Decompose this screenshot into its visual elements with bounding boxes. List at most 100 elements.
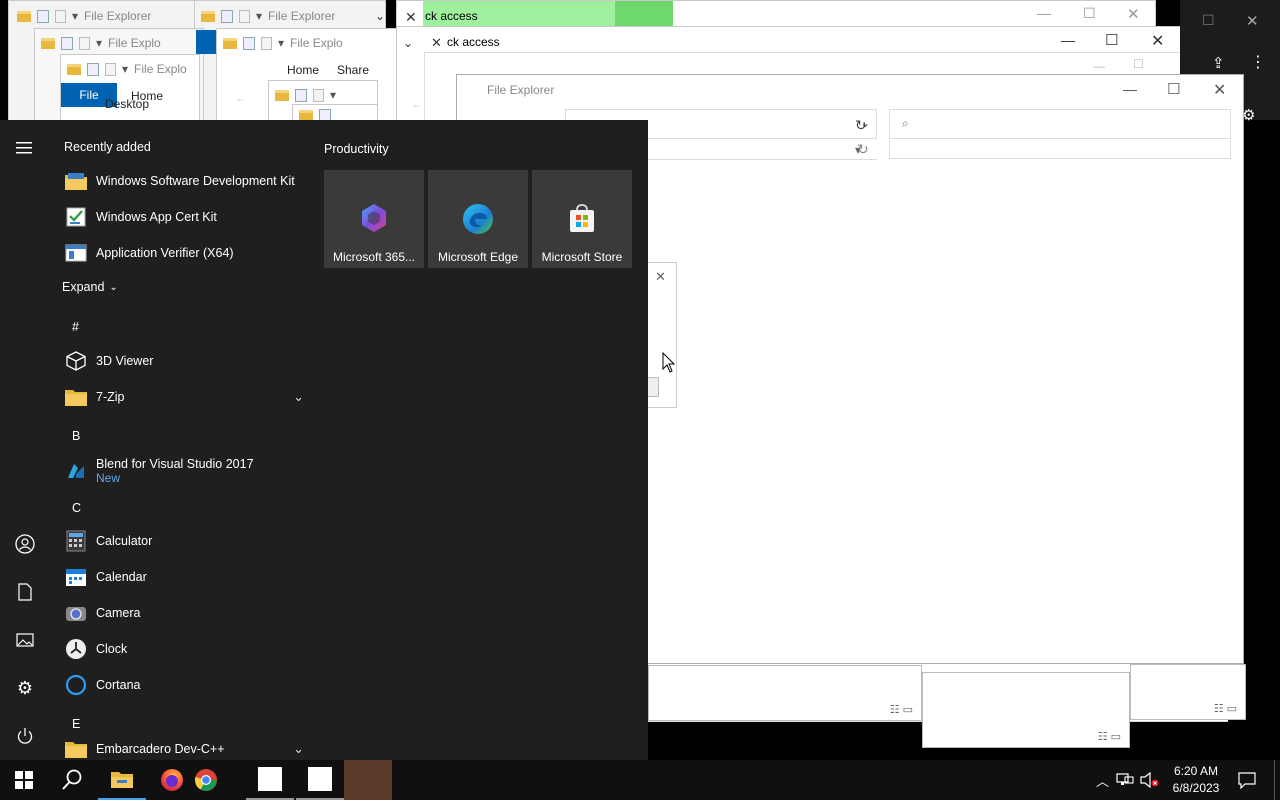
more-options-icon[interactable]: ⋮ <box>1250 52 1266 72</box>
store-icon <box>570 204 594 232</box>
taskbar-file-explorer[interactable] <box>98 760 146 800</box>
app-7zip-folder[interactable]: 7-Zip ⌄ <box>50 379 304 415</box>
new-folder-icon[interactable] <box>313 88 324 102</box>
app-windows-app-cert-kit[interactable]: Windows App Cert Kit <box>50 199 310 235</box>
maximize-icon[interactable]: ☐ <box>1083 5 1096 22</box>
app-calculator[interactable]: Calculator <box>50 523 310 559</box>
settings-icon[interactable]: ⚙ <box>13 676 37 700</box>
new-folder-icon[interactable] <box>239 9 250 23</box>
maximize-icon[interactable]: ☐ <box>1105 31 1118 49</box>
minimize-icon[interactable]: — <box>1061 32 1075 48</box>
view-toggle-icon[interactable]: ☷ ▭ <box>1098 730 1121 743</box>
window-title: ck access <box>425 9 478 23</box>
maximize-icon[interactable]: ☐ <box>1133 57 1144 71</box>
dropdown-icon[interactable]: ▾ <box>96 36 102 50</box>
start-button[interactable] <box>0 760 48 800</box>
system-clock[interactable]: 6:20 AM 6/8/2023 <box>1166 763 1226 797</box>
app-windows-sdk[interactable]: Windows Software Development Kit <box>50 163 310 199</box>
search-box[interactable]: ⌕ <box>889 109 1231 139</box>
close-icon[interactable]: ✕ <box>1151 31 1164 51</box>
app-label: Calendar <box>96 570 147 584</box>
explorer-window-back-5[interactable]: ▾ File Explo File Home Desktop <box>60 54 200 122</box>
new-folder-icon[interactable] <box>261 36 272 50</box>
close-tab-icon[interactable]: ✕ <box>405 9 417 26</box>
app-camera[interactable]: Camera <box>50 595 310 631</box>
chevron-down-icon[interactable]: ⌄ <box>375 9 385 23</box>
search-button[interactable] <box>48 760 96 800</box>
volume-muted-icon[interactable] <box>1140 771 1160 789</box>
chevron-down-icon[interactable]: ⌄ <box>293 389 304 405</box>
chevron-down-icon[interactable]: ⌄ <box>293 741 304 757</box>
properties-icon[interactable] <box>87 62 99 76</box>
new-folder-icon[interactable] <box>79 36 90 50</box>
cortana-icon <box>64 673 88 697</box>
dropdown-icon[interactable]: ▾ <box>122 62 128 76</box>
app-label: Camera <box>96 606 141 620</box>
letter-header-e[interactable]: E <box>72 717 80 731</box>
back-arrow-icon[interactable]: ← <box>235 91 247 105</box>
app-clock[interactable]: Clock <box>50 631 310 667</box>
refresh-icon[interactable]: ↻ <box>855 117 867 134</box>
show-hidden-icons-chevron-icon[interactable]: ︿ <box>1096 771 1109 790</box>
dropdown-icon[interactable]: ▾ <box>330 88 336 102</box>
chrome-icon <box>195 769 217 791</box>
app-calendar[interactable]: Calendar <box>50 559 310 595</box>
chevron-down-icon[interactable]: ⌄ <box>403 36 413 50</box>
view-toggle-icon[interactable]: ☷ ▭ <box>1214 702 1237 715</box>
taskbar-app-blank-2[interactable] <box>296 760 344 800</box>
dropdown-icon[interactable]: ▾ <box>278 36 284 50</box>
maximize-icon[interactable]: ☐ <box>1167 80 1180 98</box>
tile-microsoft-store[interactable]: Microsoft Store <box>532 170 632 268</box>
documents-icon[interactable] <box>13 580 37 604</box>
tile-microsoft-365[interactable]: Microsoft 365... <box>324 170 424 268</box>
properties-icon[interactable] <box>61 36 73 50</box>
properties-icon[interactable] <box>37 9 49 23</box>
maximize-icon[interactable]: ☐ <box>1202 12 1215 29</box>
letter-header-hash[interactable]: # <box>72 320 79 334</box>
taskbar-chrome[interactable] <box>184 760 228 800</box>
hamburger-menu-icon[interactable] <box>13 136 37 160</box>
back-arrow-icon[interactable]: ← <box>411 97 423 111</box>
close-icon[interactable]: ✕ <box>1246 12 1259 30</box>
ribbon-share-tab[interactable]: Share <box>337 63 369 77</box>
app-application-verifier[interactable]: Application Verifier (X64) <box>50 235 310 271</box>
properties-icon[interactable] <box>243 36 255 50</box>
quick-access-toolbar: ▾ File Explo <box>41 36 161 50</box>
action-center-icon[interactable] <box>1238 771 1256 790</box>
edge-icon <box>463 204 493 234</box>
dropdown-icon[interactable]: ▾ <box>72 9 78 23</box>
taskbar-app-active[interactable] <box>344 760 392 800</box>
pictures-icon[interactable] <box>13 628 37 652</box>
tile-microsoft-edge[interactable]: Microsoft Edge <box>428 170 528 268</box>
close-icon[interactable]: ✕ <box>1213 80 1226 100</box>
app-blend-vs2017[interactable]: Blend for Visual Studio 2017 New <box>50 451 310 491</box>
firefox-icon <box>161 769 183 791</box>
show-desktop-button[interactable] <box>1274 760 1280 800</box>
settings-gear-icon[interactable]: ⚙ <box>1242 106 1255 124</box>
app-label: Blend for Visual Studio 2017 <box>96 457 254 471</box>
expand-button[interactable]: Expand ⌄ <box>62 280 118 294</box>
letter-header-b[interactable]: B <box>72 429 80 443</box>
share-icon[interactable]: ⇪ <box>1212 54 1225 72</box>
minimize-icon[interactable]: — <box>1093 59 1105 73</box>
ribbon-home-tab[interactable]: Home <box>287 63 319 77</box>
taskbar-app-blank-1[interactable] <box>246 760 294 800</box>
new-folder-icon[interactable] <box>55 9 66 23</box>
user-account-icon[interactable] <box>13 532 37 556</box>
minimize-icon[interactable]: — <box>1037 5 1051 21</box>
app-3d-viewer[interactable]: 3D Viewer <box>50 343 310 379</box>
network-icon[interactable] <box>1116 772 1134 788</box>
close-icon[interactable]: ✕ <box>1127 5 1140 23</box>
view-toggle-icon[interactable]: ☷ ▭ <box>890 703 913 716</box>
app-cortana[interactable]: Cortana <box>50 667 310 703</box>
new-folder-icon[interactable] <box>105 62 116 76</box>
dropdown-icon[interactable]: ▾ <box>256 9 262 23</box>
minimize-icon[interactable]: — <box>1123 81 1137 97</box>
chevron-down-icon: ⌄ <box>109 281 118 293</box>
close-icon[interactable]: ✕ <box>655 269 666 285</box>
properties-icon[interactable] <box>295 88 307 102</box>
power-icon[interactable] <box>13 724 37 748</box>
letter-header-c[interactable]: C <box>72 501 81 515</box>
properties-icon[interactable] <box>221 9 233 23</box>
close-tab-icon[interactable]: ✕ <box>431 35 442 51</box>
